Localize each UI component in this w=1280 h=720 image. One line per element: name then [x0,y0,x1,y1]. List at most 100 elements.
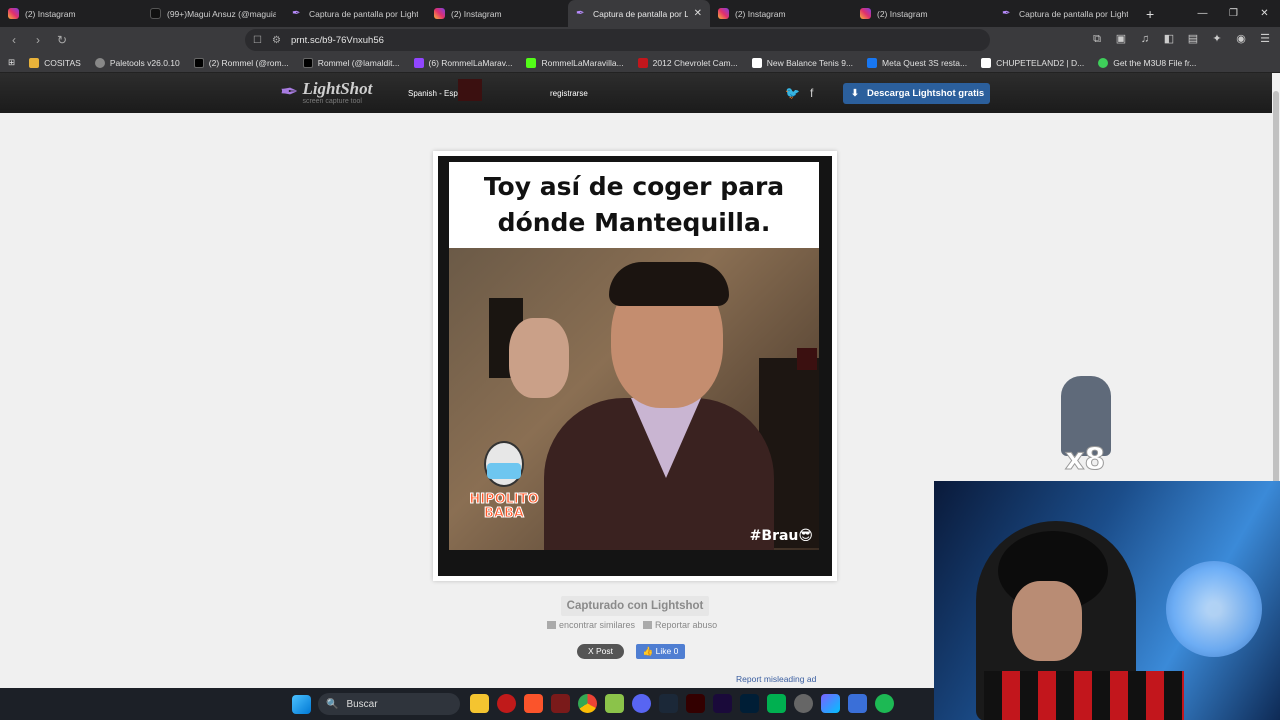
vpn-icon[interactable]: ◉ [1234,31,1248,47]
browser-tab[interactable]: ✒ Captura de pantalla por Lights [994,0,1136,27]
bookmark-item[interactable]: 2012 Chevrolet Cam... [637,57,738,68]
steam-icon[interactable] [659,694,678,713]
meme-caption: Toy así de coger para dónde Mantequilla. [484,169,784,241]
app-icon[interactable] [551,694,570,713]
app-icon[interactable] [794,694,813,713]
image-icon [547,621,556,629]
reading-icon[interactable]: ◧ [1162,31,1176,47]
sidebar-icon[interactable]: ▣ [1114,31,1128,47]
streamer-shirt [984,671,1184,720]
taskbar-search[interactable]: 🔍 Buscar [318,693,460,715]
car-icon [637,57,648,68]
facebook-icon[interactable]: f [810,86,813,100]
tab-label: Captura de pantalla por Li [593,8,688,19]
sticker-multiplier: x8 [1064,442,1106,478]
browser-tab[interactable]: (2) Instagram [710,0,852,27]
close-window-icon[interactable]: ✕ [1249,0,1280,27]
tab-label: (99+)Magui Ansuz (@maguians [167,8,276,19]
instagram-icon [718,8,729,19]
url-field[interactable]: ☐ ⚙ prnt.sc/b9-76Vnxuh56 [245,29,990,51]
nvidia-icon[interactable] [767,694,786,713]
new-tab-button[interactable]: + [1136,6,1164,22]
spotify-icon[interactable] [875,694,894,713]
reload-icon[interactable]: ↻ [52,33,72,47]
report-abuse-link[interactable]: Reportar abuso [643,620,717,630]
music-icon[interactable]: ♫ [1138,31,1152,47]
report-ad-link[interactable]: Report misleading ad [736,674,816,684]
illustrator-icon[interactable] [686,694,705,713]
tab-label: (2) Instagram [735,8,786,19]
bookmark-item[interactable]: COSITAS [29,57,81,68]
h-icon [981,57,992,68]
extensions-icon[interactable]: ⧉ [1090,31,1104,47]
lightshot-header: ✒ LightShot screen capture tool Spanish … [0,73,1272,113]
browser-tab-active[interactable]: ✒ Captura de pantalla por Li ✕ [568,0,710,27]
opera-icon[interactable] [497,694,516,713]
download-button[interactable]: ⬇ Descarga Lightshot gratis [843,83,990,104]
wallet-icon[interactable]: ▤ [1186,31,1200,47]
restore-icon[interactable]: ❐ [1218,0,1249,27]
green-dot-icon [1098,57,1109,68]
x-post-button[interactable]: X Post [577,644,624,659]
captured-with-lightshot[interactable]: Capturado con Lightshot [561,596,709,616]
stream-overlay-sticker: x8 [1055,376,1119,478]
browser-tab[interactable]: ✒ Captura de pantalla por Lightsh [284,0,426,27]
windows-start-icon[interactable] [292,695,311,714]
taskbar-apps [470,694,894,713]
browser-tab[interactable]: (2) Instagram [0,0,142,27]
back-icon[interactable]: ‹ [4,33,24,47]
tiktok-icon [150,8,161,19]
app-icon[interactable] [848,694,867,713]
bookmark-item[interactable]: Rommel (@lamaldit... [302,57,400,68]
bookmark-item[interactable]: Paletools v26.0.10 [94,57,180,68]
bookmark-item[interactable]: (2) Rommel (@rom... [193,57,289,68]
browser-tab[interactable]: (2) Instagram [426,0,568,27]
bookmark-item[interactable]: (6) RommelLaMarav... [413,57,512,68]
twitter-icon[interactable]: 🐦 [785,86,800,100]
tab-close-icon[interactable]: ✕ [694,8,702,19]
premiere-icon[interactable] [713,694,732,713]
tiktok-icon [302,57,313,68]
image-actions: encontrar similares Reportar abuso [547,620,717,630]
bookmark-page-icon[interactable]: ☐ [253,35,262,46]
hipolito-sticker: HIPOLITO BABA [454,433,550,545]
apps-grid-icon[interactable]: ⊞ [8,57,15,68]
scrollbar-thumb[interactable] [1273,91,1279,511]
forward-icon[interactable]: › [28,33,48,47]
brave-icon[interactable] [524,694,543,713]
window-controls: — ❐ ✕ [1187,0,1280,27]
bookmark-item[interactable]: Meta Quest 3S resta... [867,57,967,68]
meme-caption-box: Toy así de coger para dónde Mantequilla. [449,162,819,248]
person-hair [609,262,729,306]
lightshot-logo[interactable]: ✒ LightShot screen capture tool [280,80,372,105]
bookmark-item[interactable]: CHUPETELAND2 | D... [981,57,1084,68]
instagram-icon [8,8,19,19]
social-links: 🐦 f [785,86,813,100]
browser-tab[interactable]: (2) Instagram [852,0,994,27]
language-selector[interactable]: Spanish - Espa [408,89,462,98]
facebook-like-button[interactable]: 👍 Like 0 [636,644,685,659]
ai-icon[interactable]: ✦ [1210,31,1224,47]
menu-icon[interactable]: ☰ [1258,31,1272,47]
photoshop-icon[interactable] [740,694,759,713]
bookmark-item[interactable]: New Balance Tenis 9... [751,57,853,68]
copilot-icon[interactable] [821,694,840,713]
browser-tab[interactable]: (99+)Magui Ansuz (@maguians [142,0,284,27]
lightshot-icon: ✒ [576,8,585,19]
file-explorer-icon[interactable] [470,694,489,713]
x-icon [193,57,204,68]
bookmark-item[interactable]: Get the M3U8 File fr... [1098,57,1196,68]
url-text: prnt.sc/b9-76Vnxuh56 [290,34,384,46]
register-link[interactable]: registrarse [550,89,588,98]
meme-line-1: Toy así de coger para [483,172,785,201]
discord-icon[interactable] [632,694,651,713]
meme-image[interactable]: Toy así de coger para dónde Mantequilla.… [438,156,832,576]
chrome-icon[interactable] [578,694,597,713]
bookmark-item[interactable]: RommelLaMaravilla... [526,57,624,68]
app-icon[interactable] [605,694,624,713]
find-similar-link[interactable]: encontrar similares [547,620,635,630]
site-info-icon[interactable]: ⚙ [272,35,281,46]
minimize-icon[interactable]: — [1187,0,1218,27]
tab-label: (2) Instagram [25,8,76,19]
tab-label: (2) Instagram [877,8,928,19]
